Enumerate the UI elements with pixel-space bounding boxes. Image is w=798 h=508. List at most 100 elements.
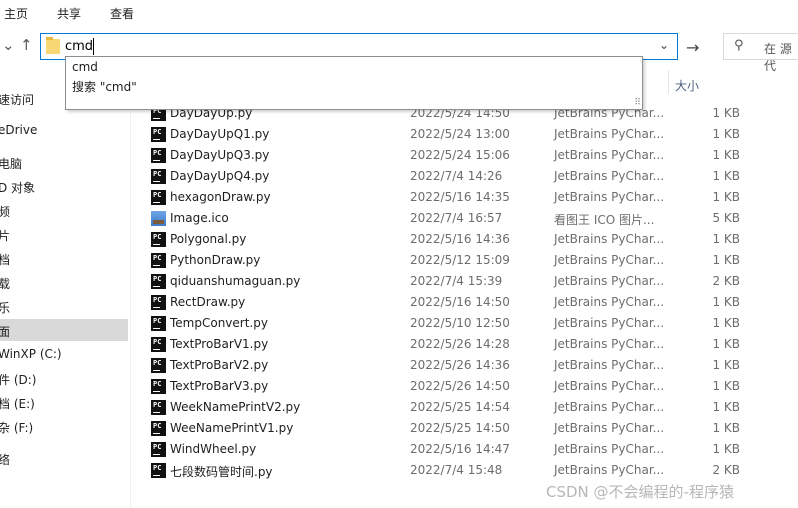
file-size: 1 KB xyxy=(712,316,740,330)
file-name: TextProBarV2.py xyxy=(170,358,269,372)
file-date: 2022/5/26 14:50 xyxy=(410,379,510,393)
sidebar-item[interactable]: 乐 xyxy=(0,295,128,317)
tab-share[interactable]: 共享 xyxy=(57,5,81,22)
file-row[interactable]: Polygonal.py 2022/5/16 14:36 JetBrains PyC… xyxy=(148,229,748,250)
sidebar-item-label: 乐 xyxy=(0,301,11,315)
chevron-down-icon[interactable]: ⌄ xyxy=(2,36,15,54)
file-type: JetBrains PyChar... xyxy=(554,358,665,372)
suggestion-item-search[interactable]: 搜索 "cmd" xyxy=(72,78,137,95)
file-name: WeeNamePrintV1.py xyxy=(170,421,294,435)
file-row[interactable]: DayDayUpQ4.py 2022/7/4 14:26 JetBrains PyC… xyxy=(148,166,748,187)
pycharm-file-icon xyxy=(151,148,166,163)
file-row[interactable]: WindWheel.py 2022/5/16 14:47 JetBrains PyC… xyxy=(148,439,748,460)
file-row[interactable]: DayDayUpQ3.py 2022/5/24 15:06 JetBrains Py… xyxy=(148,145,748,166)
file-type: JetBrains PyChar... xyxy=(554,148,665,162)
file-row[interactable]: PythonDraw.py 2022/5/12 15:09 JetBrains Py… xyxy=(148,250,748,271)
suggestion-item[interactable]: cmd xyxy=(72,60,98,74)
file-size: 1 KB xyxy=(712,169,740,183)
file-row[interactable]: qiduanshumaguan.py 2022/7/4 15:39 JetBrain… xyxy=(148,271,748,292)
file-date: 2022/5/16 14:47 xyxy=(410,442,510,456)
file-row[interactable]: TextProBarV1.py 2022/5/26 14:28 JetBrains … xyxy=(148,334,748,355)
pycharm-file-icon xyxy=(151,442,166,457)
pycharm-file-icon xyxy=(151,337,166,352)
file-date: 2022/7/4 16:57 xyxy=(410,211,503,225)
tab-view[interactable]: 查看 xyxy=(110,5,134,22)
file-row[interactable]: Image.ico 2022/7/4 16:57 看图王 ICO 图片... 5 KB xyxy=(148,208,748,229)
file-row[interactable]: RectDraw.py 2022/5/16 14:50 JetBrains PyCh… xyxy=(148,292,748,313)
sidebar-item[interactable]: eDrive xyxy=(0,119,128,141)
file-size: 1 KB xyxy=(712,442,740,456)
file-type: JetBrains PyChar... xyxy=(554,316,665,330)
sidebar-item[interactable]: 杂 (F:) xyxy=(0,415,128,437)
sidebar-item[interactable]: D 对象 xyxy=(0,175,128,197)
sidebar-item-label: 档 xyxy=(0,253,11,267)
resize-grip-icon[interactable]: ⠿ xyxy=(634,98,641,108)
file-row[interactable]: WeeNamePrintV1.py 2022/5/25 14:50 JetBrain… xyxy=(148,418,748,439)
file-type: JetBrains PyChar... xyxy=(554,379,665,393)
sidebar-item[interactable]: 面 xyxy=(0,319,128,341)
file-name: Image.ico xyxy=(170,211,229,225)
file-type: JetBrains PyChar... xyxy=(554,253,665,267)
search-icon: ⚲ xyxy=(734,38,744,53)
file-row[interactable]: TempConvert.py 2022/5/10 12:50 JetBrains P… xyxy=(148,313,748,334)
folder-icon xyxy=(46,37,60,54)
image-file-icon xyxy=(151,211,166,226)
tab-home[interactable]: 主页 xyxy=(4,5,28,22)
pycharm-file-icon xyxy=(151,232,166,247)
file-name: TextProBarV1.py xyxy=(170,337,269,351)
file-date: 2022/5/16 14:36 xyxy=(410,232,510,246)
go-arrow-icon[interactable]: → xyxy=(686,38,699,57)
pycharm-file-icon xyxy=(151,274,166,289)
file-type: 看图王 ICO 图片... xyxy=(554,213,655,227)
file-size: 5 KB xyxy=(712,211,740,225)
file-row[interactable]: DayDayUpQ1.py 2022/5/24 13:00 JetBrains Py… xyxy=(148,124,748,145)
file-date: 2022/5/26 14:28 xyxy=(410,337,510,351)
file-row[interactable]: hexagonDraw.py 2022/5/16 14:35 JetBrains P… xyxy=(148,187,748,208)
file-row[interactable]: TextProBarV2.py 2022/5/26 14:36 JetBrains … xyxy=(148,355,748,376)
file-date: 2022/5/25 14:50 xyxy=(410,421,510,435)
file-row[interactable]: TextProBarV3.py 2022/5/26 14:50 JetBrains … xyxy=(148,376,748,397)
file-row[interactable]: WeekNamePrintV2.py 2022/5/25 14:54 JetBrai… xyxy=(148,397,748,418)
column-separator[interactable] xyxy=(668,70,669,94)
text-caret xyxy=(93,38,94,55)
search-input[interactable]: ⚲ 在 源代 xyxy=(723,33,798,73)
sidebar-item[interactable]: 件 (D:) xyxy=(0,367,128,389)
file-size: 1 KB xyxy=(712,253,740,267)
file-size: 1 KB xyxy=(712,106,740,120)
sidebar-item[interactable]: 电脑 xyxy=(0,151,128,173)
pycharm-file-icon xyxy=(151,421,166,436)
file-name: TempConvert.py xyxy=(170,316,268,330)
file-size: 1 KB xyxy=(712,379,740,393)
sidebar-item[interactable]: 档 (E:) xyxy=(0,391,128,413)
file-type: JetBrains PyChar... xyxy=(554,463,665,477)
sidebar-item[interactable]: 络 xyxy=(0,447,128,469)
pane-splitter[interactable] xyxy=(130,66,131,508)
sidebar-item[interactable]: 频 xyxy=(0,199,128,221)
file-size: 1 KB xyxy=(712,190,740,204)
file-type: JetBrains PyChar... xyxy=(554,127,665,141)
sidebar-item[interactable]: 片 xyxy=(0,223,128,245)
sidebar-item-label: 载 xyxy=(0,277,11,291)
file-name: qiduanshumaguan.py xyxy=(170,274,301,288)
file-size: 2 KB xyxy=(712,463,740,477)
sidebar-item-label: 速访问 xyxy=(0,93,35,107)
file-date: 2022/5/24 13:00 xyxy=(410,127,510,141)
up-arrow-icon[interactable]: ↑ xyxy=(20,36,33,54)
file-date: 2022/5/10 12:50 xyxy=(410,316,510,330)
chevron-down-icon[interactable]: ⌄ xyxy=(659,38,669,52)
file-date: 2022/7/4 14:26 xyxy=(410,169,503,183)
file-date: 2022/7/4 15:48 xyxy=(410,463,503,477)
file-name: hexagonDraw.py xyxy=(170,190,271,204)
column-header-size[interactable]: 大小 xyxy=(675,77,699,94)
file-size: 1 KB xyxy=(712,400,740,414)
sidebar-item[interactable]: 档 xyxy=(0,247,128,269)
file-name: Polygonal.py xyxy=(170,232,247,246)
sidebar-item-label: WinXP (C:) xyxy=(0,347,62,361)
pycharm-file-icon xyxy=(151,463,166,478)
file-type: JetBrains PyChar... xyxy=(554,274,665,288)
sidebar-item[interactable]: WinXP (C:) xyxy=(0,343,128,365)
pycharm-file-icon xyxy=(151,190,166,205)
file-name: TextProBarV3.py xyxy=(170,379,269,393)
sidebar-item[interactable]: 载 xyxy=(0,271,128,293)
file-row[interactable]: 七段数码管时间.py 2022/7/4 15:48 JetBrains PyChar… xyxy=(148,460,748,481)
